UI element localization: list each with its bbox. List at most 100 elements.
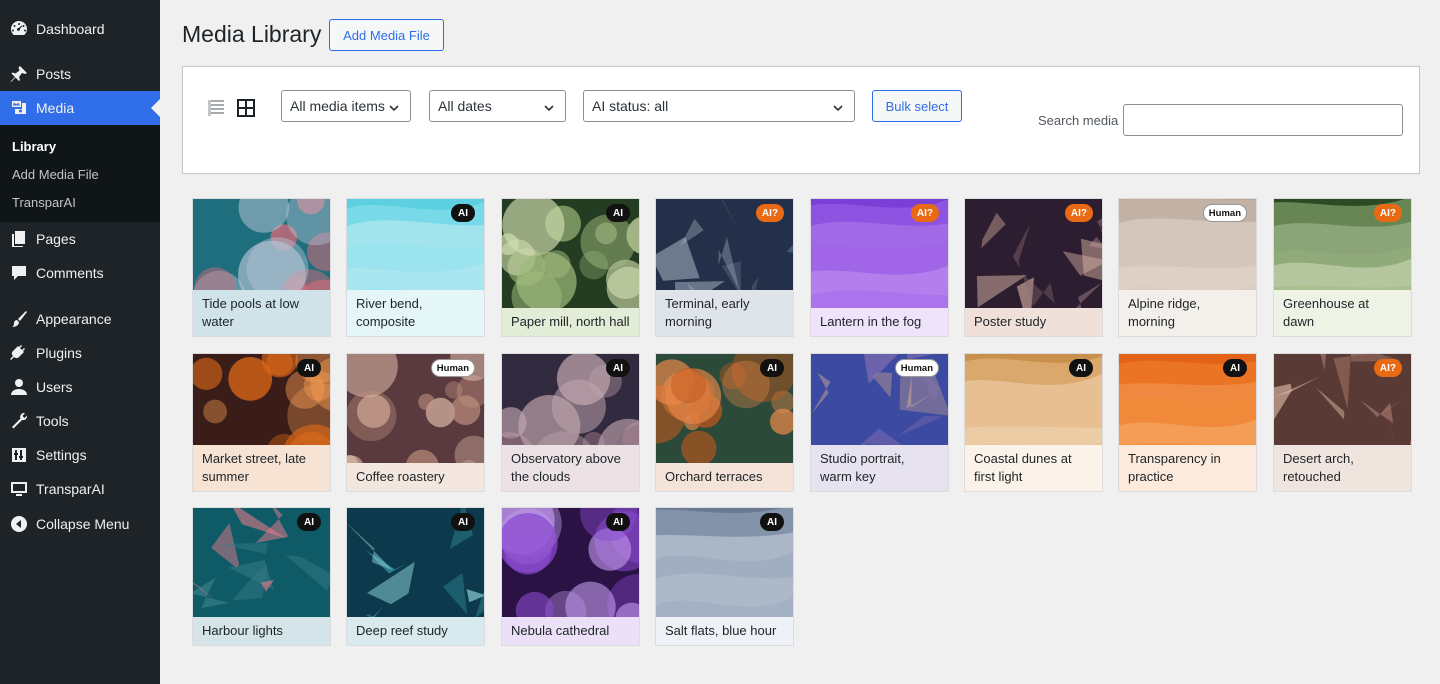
sidebar-item-appearance[interactable]: Appearance — [0, 302, 160, 336]
grid-view-button[interactable] — [235, 97, 257, 119]
media-tile[interactable]: Human Studio portrait, warm key — [810, 353, 949, 492]
media-title: Observatory above the clouds — [502, 445, 639, 491]
monitor-icon — [0, 472, 36, 506]
ai-status-badge: AI — [606, 359, 630, 377]
media-title: Salt flats, blue hour — [656, 617, 793, 645]
media-title: Poster study — [965, 308, 1102, 336]
submenu-item-add-media-file[interactable]: Add Media File — [12, 167, 99, 182]
sidebar-item-label: Appearance — [36, 311, 112, 327]
media-tile[interactable]: AI? Terminal, early morning — [655, 198, 794, 337]
page-title: Media Library — [182, 21, 322, 47]
media-title: Alpine ridge, morning — [1119, 290, 1256, 336]
sidebar-item-label: Dashboard — [36, 21, 105, 37]
ai-status-badge: AI — [297, 513, 321, 531]
media-tile[interactable]: AI Salt flats, blue hour — [655, 507, 794, 646]
ai-status-badge: AI? — [1373, 359, 1402, 377]
collapse-menu-button[interactable]: Collapse Menu — [0, 507, 160, 541]
list-view-button[interactable] — [205, 97, 227, 119]
media-title: Coastal dunes at first light — [965, 445, 1102, 491]
bulk-select-button[interactable]: Bulk select — [872, 90, 962, 122]
filter-media-type-select[interactable]: All media items — [281, 90, 411, 122]
media-tile[interactable]: AI Transparency in practice — [1118, 353, 1257, 492]
media-tile[interactable]: AI River bend, composite — [346, 198, 485, 337]
media-icon — [0, 91, 36, 125]
submenu-item-transparai[interactable]: TransparAI — [12, 195, 76, 210]
submenu-item-library[interactable]: Library — [12, 139, 56, 154]
sidebar-item-label: Pages — [36, 231, 76, 247]
media-tile[interactable]: Human Coffee roastery — [346, 353, 485, 492]
media-tile[interactable]: AI Orchard terraces — [655, 353, 794, 492]
admin-sidebar: Dashboard Posts Media Library Add Media … — [0, 0, 160, 684]
sidebar-item-label: Media — [36, 100, 75, 116]
sidebar-item-transparai[interactable]: TransparAI — [0, 472, 160, 506]
plug-icon — [0, 336, 36, 370]
ai-status-badge: AI? — [1373, 204, 1402, 222]
ai-status-badge: AI — [1223, 359, 1247, 377]
sidebar-item-comments[interactable]: Comments — [0, 256, 160, 290]
chevron-down-icon — [388, 101, 400, 113]
media-title: Lantern in the fog — [811, 308, 948, 336]
media-title: River bend, composite — [347, 290, 484, 336]
sidebar-item-plugins[interactable]: Plugins — [0, 336, 160, 370]
comment-icon — [0, 256, 36, 290]
sidebar-item-posts[interactable]: Posts — [0, 57, 160, 91]
sidebar-item-tools[interactable]: Tools — [0, 404, 160, 438]
media-title: Harbour lights — [193, 617, 330, 645]
media-tile[interactable]: AI Coastal dunes at first light — [964, 353, 1103, 492]
ai-status-badge: AI? — [755, 204, 784, 222]
dashboard-icon — [0, 12, 36, 46]
ai-status-badge: AI — [451, 204, 475, 222]
list-view-icon — [208, 100, 224, 116]
media-title: Tide pools at low water — [193, 290, 330, 336]
media-tile[interactable]: AI Harbour lights — [192, 507, 331, 646]
sidebar-item-label: Collapse Menu — [36, 516, 130, 532]
media-tile[interactable]: AI Paper mill, north hall — [501, 198, 640, 337]
sidebar-item-label: Settings — [36, 447, 87, 463]
filter-date-value: All dates — [438, 98, 492, 114]
add-media-file-button[interactable]: Add Media File — [329, 19, 444, 51]
user-icon — [0, 370, 36, 404]
search-media-input[interactable] — [1123, 104, 1403, 136]
grid-view-icon — [237, 99, 255, 117]
filter-date-select[interactable]: All dates — [429, 90, 566, 122]
ai-status-badge: AI — [297, 359, 321, 377]
media-tile[interactable]: Human Alpine ridge, morning — [1118, 198, 1257, 337]
sidebar-item-pages[interactable]: Pages — [0, 222, 160, 256]
ai-status-badge: AI — [451, 513, 475, 531]
media-toolbar: All media items All dates AI status: all… — [182, 66, 1420, 174]
ai-status-badge: Human — [894, 359, 939, 377]
filter-media-type-value: All media items — [290, 98, 385, 114]
media-tile[interactable]: Tide pools at low water — [192, 198, 331, 337]
ai-status-badge: AI — [606, 513, 630, 531]
ai-status-badge: AI? — [1064, 204, 1093, 222]
chevron-down-icon — [832, 101, 844, 113]
media-tile[interactable]: AI Observatory above the clouds — [501, 353, 640, 492]
media-tile[interactable]: AI Market street, late summer — [192, 353, 331, 492]
media-title: Coffee roastery — [347, 463, 484, 491]
media-tile[interactable]: AI? Poster study — [964, 198, 1103, 337]
media-tile[interactable]: AI? Desert arch, retouched — [1273, 353, 1412, 492]
filter-ai-status-select[interactable]: AI status: all — [583, 90, 855, 122]
sidebar-item-dashboard[interactable]: Dashboard — [0, 12, 160, 46]
brush-icon — [0, 302, 36, 336]
sidebar-item-users[interactable]: Users — [0, 370, 160, 404]
sidebar-item-settings[interactable]: Settings — [0, 438, 160, 472]
wrench-icon — [0, 404, 36, 438]
media-tile[interactable]: AI Nebula cathedral — [501, 507, 640, 646]
sidebar-item-media[interactable]: Media — [0, 91, 160, 125]
filter-ai-status-value: AI status: all — [592, 98, 669, 114]
sidebar-item-label: TransparAI — [36, 481, 105, 497]
pushpin-icon — [0, 57, 36, 91]
media-title: Market street, late summer — [193, 445, 330, 491]
ai-status-badge: Human — [430, 359, 475, 377]
collapse-icon — [0, 507, 36, 541]
search-media-label: Search media — [1038, 113, 1119, 128]
media-tile[interactable]: AI? Greenhouse at dawn — [1273, 198, 1412, 337]
media-title: Transparency in practice — [1119, 445, 1256, 491]
media-title: Desert arch, retouched — [1274, 445, 1411, 491]
pages-icon — [0, 222, 36, 256]
media-title: Orchard terraces — [656, 463, 793, 491]
media-tile[interactable]: AI Deep reef study — [346, 507, 485, 646]
media-tile[interactable]: AI? Lantern in the fog — [810, 198, 949, 337]
media-title: Terminal, early morning — [656, 290, 793, 336]
